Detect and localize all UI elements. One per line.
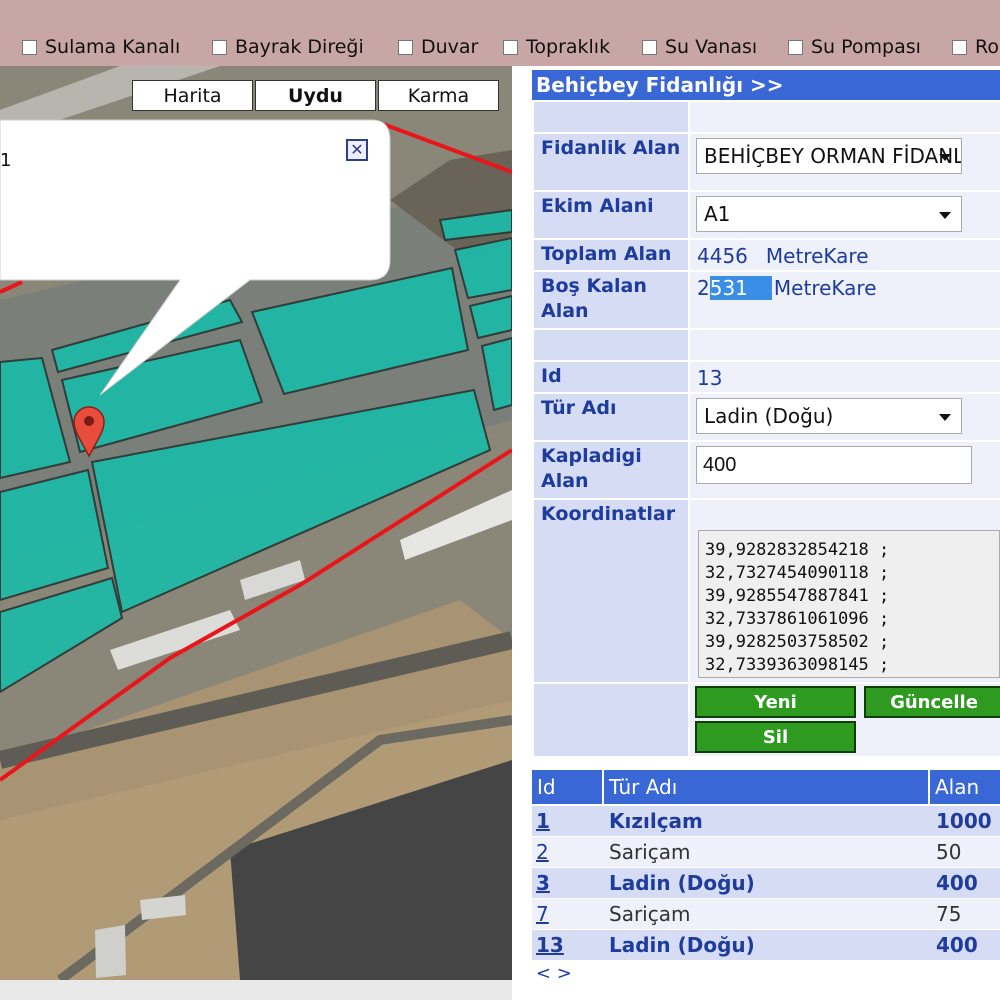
- row-tur: Ladin (Doğu): [609, 871, 755, 895]
- koord-line: 32,7339363098145 ;: [705, 655, 890, 675]
- spacer-value: [690, 102, 1000, 132]
- map-type-karma[interactable]: Karma: [378, 80, 499, 111]
- bos-label: Boş Kalan Alan: [534, 272, 688, 328]
- map-type-control: Harita Uydu Karma: [132, 80, 501, 111]
- koord-line: 32,7337861061096 ;: [705, 609, 890, 629]
- ekim-label: Ekim Alani: [534, 192, 688, 238]
- row-id-link[interactable]: 3: [536, 868, 550, 898]
- column-header-tur[interactable]: Tür Adı: [604, 770, 928, 804]
- fidanlik-label: Fidanlik Alan: [534, 134, 688, 190]
- id-value: 13: [697, 366, 723, 390]
- row-alan: 50: [936, 840, 962, 864]
- bos-number-a: 2: [697, 276, 710, 300]
- close-icon[interactable]: ✕: [346, 139, 368, 161]
- spacer-label-2: [534, 330, 688, 360]
- panel-title[interactable]: Behiçbey Fidanlığı >>: [532, 70, 1000, 100]
- toplam-unit: MetreKare: [765, 244, 869, 268]
- id-label: Id: [534, 362, 688, 392]
- checkbox[interactable]: [952, 39, 967, 55]
- row-alan: 400: [936, 933, 978, 957]
- checkbox[interactable]: [788, 39, 803, 55]
- layer-label: Duvar: [421, 36, 479, 58]
- checkbox[interactable]: [22, 39, 37, 55]
- map-imagery: [0, 66, 512, 980]
- checkbox[interactable]: [642, 39, 657, 55]
- row-tur: Sariçam: [609, 840, 691, 864]
- koord-line: 39,9285547887841 ;: [705, 586, 890, 606]
- tur-label: Tür Adı: [534, 394, 688, 440]
- layer-toggle-bayrak-diregi[interactable]: Bayrak Direği: [212, 36, 364, 58]
- layer-label: Su Pompası: [811, 36, 921, 58]
- toplam-number: 4456: [697, 244, 748, 268]
- table-row: 2 Sariçam 50: [532, 837, 1000, 867]
- layer-toggle-sulama-kanali[interactable]: Sulama Kanalı: [22, 36, 180, 58]
- layer-label: Ro: [975, 36, 999, 58]
- fidanlik-select[interactable]: BEHİÇBEY ORMAN FİDANLIĞI: [696, 138, 962, 174]
- layer-label: Bayrak Direği: [235, 36, 364, 58]
- table-row: 7 Sariçam 75: [532, 899, 1000, 929]
- row-alan: 400: [936, 871, 978, 895]
- row-id-link[interactable]: 1: [536, 806, 550, 836]
- chevron-down-icon: [939, 212, 951, 219]
- toplam-value: 4456 MetreKare: [697, 244, 869, 268]
- koord-line: 39,9282503758502 ;: [705, 632, 890, 652]
- koord-line: 32,7327454090118 ;: [705, 563, 890, 583]
- chevron-down-icon: [939, 414, 951, 421]
- ekim-select[interactable]: A1: [696, 196, 962, 232]
- table-row: 1 Kızılçam 1000: [532, 806, 1000, 836]
- table-row: 3 Ladin (Doğu) 400: [532, 868, 1000, 898]
- table-row: 13 Ladin (Doğu) 400: [532, 930, 1000, 960]
- tur-selected: Ladin (Doğu): [704, 404, 834, 428]
- spacer-value-2: [690, 330, 1000, 360]
- button-row-label: [534, 684, 688, 756]
- column-header-id[interactable]: Id: [532, 770, 602, 804]
- layer-toggle-duvar[interactable]: Duvar: [398, 36, 478, 58]
- ekim-selected: A1: [704, 202, 731, 226]
- toplam-label: Toplam Alan: [534, 240, 688, 270]
- map-type-harita[interactable]: Harita: [132, 80, 253, 111]
- layer-label: Su Vanası: [665, 36, 758, 58]
- row-alan: 1000: [936, 809, 992, 833]
- fidanlik-selected: BEHİÇBEY ORMAN FİDANLIĞI: [704, 144, 962, 168]
- satellite-map[interactable]: Harita Uydu Karma 1 ✕: [0, 66, 512, 980]
- koord-label: Koordinatlar: [534, 500, 688, 682]
- kapladigi-alan-input[interactable]: [696, 446, 972, 484]
- detail-panel: Behiçbey Fidanlığı >> Fidanlik Alan BEHİ…: [532, 70, 1000, 1000]
- bos-unit: MetreKare: [773, 276, 877, 300]
- map-footer: [0, 980, 512, 1000]
- yeni-button[interactable]: Yeni: [695, 686, 856, 718]
- checkbox[interactable]: [503, 39, 518, 55]
- kapladigi-label: Kapladigi Alan: [534, 442, 688, 498]
- chevron-down-icon: [939, 154, 951, 161]
- layer-toggle-topraklik[interactable]: Topraklık: [503, 36, 610, 58]
- spacer-label: [534, 102, 688, 132]
- id-cell: [690, 362, 1000, 392]
- layer-toggle-su-vanasi[interactable]: Su Vanası: [642, 36, 757, 58]
- row-alan: 75: [936, 902, 962, 926]
- layer-toggle-ro[interactable]: Ro: [952, 36, 999, 58]
- row-tur: Kızılçam: [609, 809, 703, 833]
- balloon-text: 1: [0, 150, 12, 171]
- koord-line: 39,9282832854218 ;: [705, 540, 890, 560]
- layer-label: Sulama Kanalı: [45, 36, 181, 58]
- tur-select[interactable]: Ladin (Doğu): [696, 398, 962, 434]
- layer-toolbar: t Sulama Kanalı Bayrak Direği Duvar Topr…: [0, 0, 1000, 66]
- row-id-link[interactable]: 7: [536, 899, 549, 929]
- guncelle-button[interactable]: Güncelle: [864, 686, 1000, 718]
- row-id-link[interactable]: 2: [536, 837, 549, 867]
- column-header-alan[interactable]: Alan: [930, 770, 1000, 804]
- row-tur: Sariçam: [609, 902, 691, 926]
- table-pager[interactable]: < >: [536, 963, 572, 984]
- row-id-link[interactable]: 13: [536, 930, 564, 960]
- koordinatlar-textarea[interactable]: 39,9282832854218 ; 32,7327454090118 ; 39…: [698, 530, 1000, 678]
- checkbox[interactable]: [398, 39, 413, 55]
- checkbox[interactable]: [212, 39, 227, 55]
- layer-label: Topraklık: [526, 36, 611, 58]
- bos-number-selected: 531: [709, 276, 772, 300]
- sil-button[interactable]: Sil: [695, 721, 856, 753]
- bos-value: 2531 MetreKare: [697, 276, 877, 300]
- map-type-uydu[interactable]: Uydu: [255, 80, 376, 111]
- row-tur: Ladin (Doğu): [609, 933, 755, 957]
- layer-toggle-su-pompasi[interactable]: Su Pompası: [788, 36, 921, 58]
